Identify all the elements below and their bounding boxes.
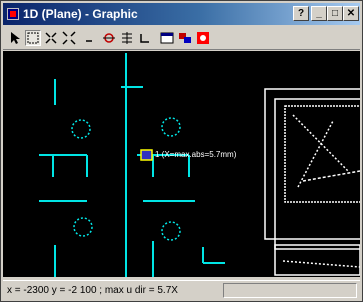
tool-zoom-out[interactable] (61, 30, 77, 46)
cyan-structure (39, 53, 225, 277)
title-bar[interactable]: 1D (Plane) - Graphic ? _ □ ✕ (3, 3, 360, 25)
measure-icon (140, 34, 149, 43)
minimize-button[interactable]: _ (311, 6, 327, 21)
snap-icon (122, 32, 132, 44)
plot-icon (197, 32, 209, 44)
layers-icon (179, 33, 191, 43)
close-button[interactable]: ✕ (343, 6, 359, 21)
window-icon (160, 32, 174, 44)
maximize-button[interactable]: □ (327, 6, 343, 21)
app-icon (7, 8, 19, 20)
toolbar (3, 27, 360, 50)
displacement-label: 1 (X=max.abs=5.7mm) (155, 150, 237, 159)
window-title: 1D (Plane) - Graphic (23, 7, 138, 21)
tool-target[interactable] (101, 30, 117, 46)
status-panel (223, 283, 357, 298)
tool-layers[interactable] (177, 30, 193, 46)
zoom-window-icon (27, 32, 39, 44)
minimize-icon: _ (316, 8, 322, 19)
close-icon: ✕ (346, 8, 356, 19)
zoom-out-icon (62, 31, 76, 45)
help-icon: ? (297, 8, 305, 19)
status-bar: x = -2300 y = -2 100 ; max u dir = 5.7X (3, 280, 360, 301)
select-arrow-icon (11, 32, 20, 44)
tool-window[interactable] (159, 30, 175, 46)
graphic-window: 1D (Plane) - Graphic ? _ □ ✕ 1 (X=max.ab… (0, 0, 363, 302)
zoom-in-icon (45, 32, 57, 44)
white-outline (264, 88, 360, 276)
drawing-canvas[interactable]: 1 (X=max.abs=5.7mm) (3, 51, 360, 277)
help-button[interactable]: ? (293, 6, 309, 21)
tool-select[interactable] (7, 30, 23, 46)
maximize-icon: □ (331, 8, 339, 19)
tool-pan[interactable] (81, 30, 97, 46)
tool-zoom-in[interactable] (43, 30, 59, 46)
pan-line-icon (86, 40, 92, 42)
tool-zoom-window[interactable] (25, 30, 41, 46)
structure-drawing: 1 (X=max.abs=5.7mm) (39, 53, 360, 277)
target-icon (103, 33, 115, 43)
tool-measure[interactable] (137, 30, 153, 46)
tool-plot[interactable] (195, 30, 211, 46)
tool-snap[interactable] (119, 30, 135, 46)
selected-node-marker (140, 149, 153, 161)
status-coordinates: x = -2300 y = -2 100 ; max u dir = 5.7X (7, 285, 178, 296)
